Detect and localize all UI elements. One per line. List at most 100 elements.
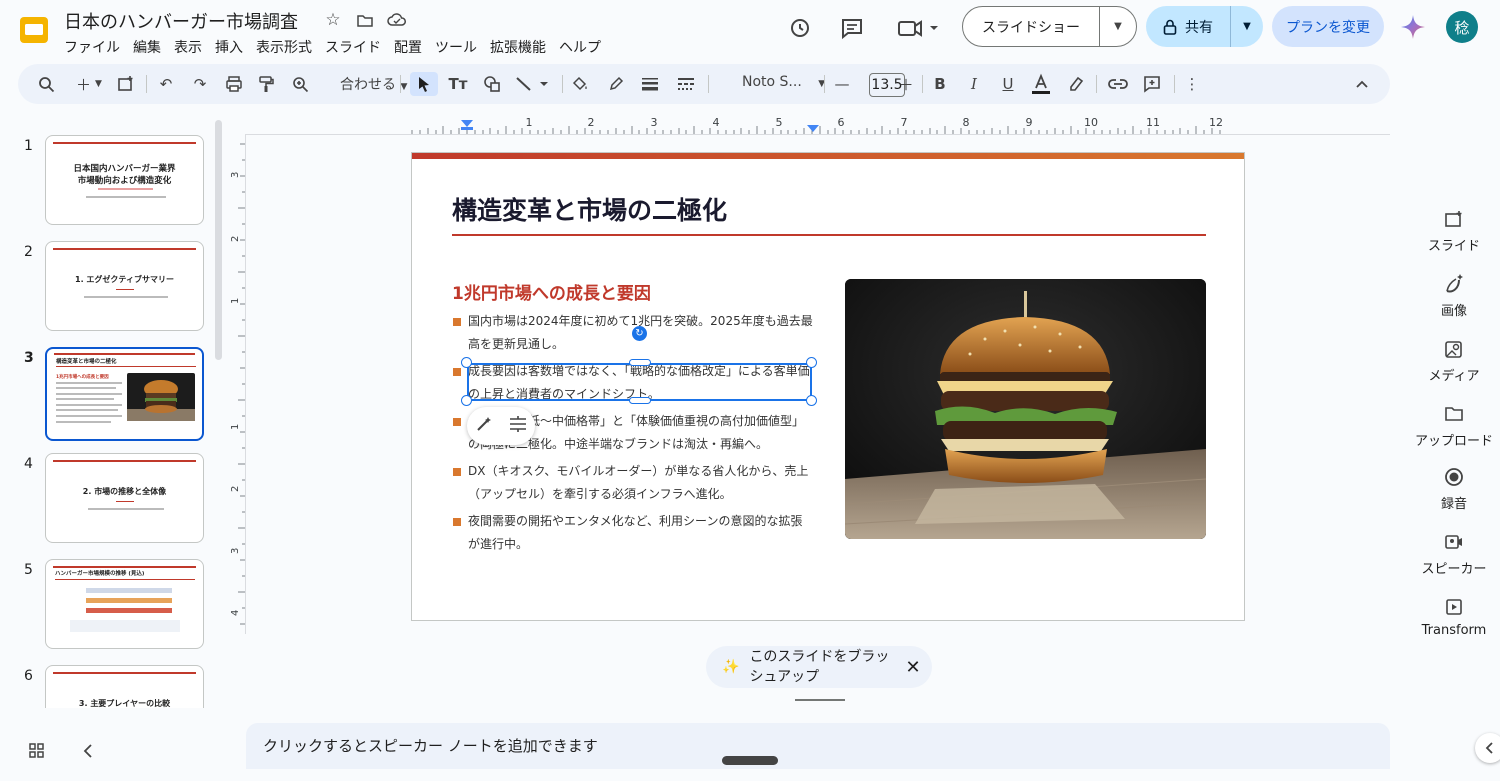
resize-handle[interactable] (461, 357, 472, 368)
increase-font-size-icon[interactable]: ＋ (894, 72, 918, 96)
document-title[interactable]: 日本のハンバーガー市場調査 (64, 8, 298, 34)
panel-divider[interactable] (795, 699, 845, 701)
collapse-filmstrip-icon[interactable] (82, 742, 96, 760)
resize-handle[interactable] (806, 357, 817, 368)
grid-view-icon[interactable] (28, 742, 46, 760)
resize-handle[interactable] (629, 397, 651, 404)
ruler-label: 2 (230, 486, 241, 492)
share-button[interactable]: 共有 ▼ (1146, 6, 1263, 47)
menu-arrange[interactable]: 配置 (394, 35, 431, 59)
slide-number: 1 (24, 138, 33, 154)
slide-thumbnail-1[interactable]: 日本国内ハンバーガー業界 市場動向および構造変化 (45, 135, 204, 225)
shape-icon[interactable] (480, 72, 504, 96)
filmstrip-scrollbar[interactable] (215, 120, 222, 360)
slide-title[interactable]: 構造変革と市場の二極化 (452, 191, 727, 227)
menu-insert[interactable]: 挿入 (215, 35, 252, 59)
side-panel-media[interactable]: メディア (1410, 338, 1498, 384)
side-panel-speaker[interactable]: スピーカー (1410, 531, 1498, 577)
cloud-status-icon[interactable] (386, 9, 408, 31)
slide-thumbnail-6[interactable]: 3. 主要プレイヤーの比較 (45, 665, 204, 708)
zoom-icon[interactable] (288, 72, 312, 96)
slide-thumbnail-4[interactable]: 2. 市場の推移と全体像 (45, 453, 204, 543)
italic-icon[interactable]: I (962, 72, 986, 96)
text-box-icon[interactable]: Tт (446, 72, 470, 96)
transform-icon (1443, 596, 1465, 618)
horizontal-ruler[interactable]: 1 2 3 4 5 6 7 8 9 10 11 12 (410, 114, 1390, 134)
side-panel-transform[interactable]: Transform (1410, 596, 1498, 638)
border-weight-icon[interactable] (638, 72, 662, 96)
change-plan-button[interactable]: プランを変更 (1272, 6, 1384, 47)
menu-file[interactable]: ファイル (64, 35, 129, 59)
share-dropdown-icon[interactable]: ▼ (1231, 21, 1263, 32)
border-color-icon[interactable] (604, 72, 628, 96)
zoom-select[interactable]: 合わせる ▼ (340, 74, 407, 94)
speaker-notes-placeholder[interactable]: クリックするとスピーカー ノートを追加できます (263, 735, 598, 756)
meet-camera-icon[interactable] (896, 14, 942, 42)
speaker-notes[interactable]: クリックするとスピーカー ノートを追加できます (246, 723, 1390, 769)
menu-format[interactable]: 表示形式 (256, 35, 321, 59)
more-options-icon[interactable]: ⋮ (1182, 72, 1202, 96)
search-menus-icon[interactable] (34, 72, 58, 96)
brush-up-label[interactable]: このスライドをブラッシュアップ (749, 647, 899, 687)
undo-icon[interactable]: ↶ (154, 72, 178, 96)
add-comment-icon[interactable] (1140, 72, 1164, 96)
new-slide-icon[interactable]: ＋ ▼ (70, 72, 108, 96)
slide-thumbnail-2[interactable]: 1. エグゼクティブサマリー (45, 241, 204, 331)
side-panel-image[interactable]: 画像 (1410, 273, 1498, 319)
menu-view[interactable]: 表示 (174, 35, 211, 59)
new-slide-layout-icon[interactable] (114, 72, 138, 96)
bullet-item[interactable]: DX（キオスク、モバイルオーダー）が単なる省人化から、売上（アップセル）を牽引す… (452, 460, 814, 506)
fill-color-icon[interactable] (568, 72, 592, 96)
resize-handle[interactable] (629, 359, 651, 366)
decrease-font-size-icon[interactable]: — (830, 72, 854, 96)
account-avatar[interactable]: 稔 (1446, 11, 1478, 43)
paint-format-icon[interactable] (254, 72, 278, 96)
burger-photo[interactable] (845, 279, 1206, 539)
slide-canvas[interactable]: 構造変革と市場の二極化 1兆円市場への成長と要因 国内市場は2024年度に初めて… (411, 152, 1245, 621)
comments-icon[interactable] (838, 14, 866, 42)
side-panel-record[interactable]: 録音 (1410, 466, 1498, 512)
slideshow-label[interactable]: スライドショー (963, 7, 1100, 46)
slide-thumbnail-5[interactable]: ハンバーガー市場規模の推移 (見込) (45, 559, 204, 649)
star-icon[interactable]: ☆ (322, 9, 344, 31)
magic-edit-icon[interactable] (475, 415, 493, 437)
border-dash-icon[interactable] (674, 72, 698, 96)
resize-handle[interactable] (806, 395, 817, 406)
slideshow-dropdown-icon[interactable]: ▼ (1100, 21, 1136, 32)
vertical-ruler[interactable]: 3 2 1 1 2 3 4 (226, 134, 246, 634)
line-tool-icon[interactable] (512, 72, 556, 96)
text-color-icon[interactable] (1028, 72, 1054, 96)
side-panel-slide[interactable]: スライド (1410, 208, 1498, 254)
slides-logo-icon[interactable] (18, 14, 50, 46)
redo-icon[interactable]: ↷ (188, 72, 212, 96)
menu-extensions[interactable]: 拡張機能 (490, 35, 555, 59)
collapse-toolbar-icon[interactable] (1350, 72, 1374, 96)
insert-link-icon[interactable] (1106, 72, 1130, 96)
highlight-color-icon[interactable] (1064, 72, 1088, 96)
notes-resize-handle[interactable] (722, 756, 778, 765)
bullet-item[interactable]: 夜間需要の開拓やエンタメ化など、利用シーンの意図的な拡張が進行中。 (452, 510, 814, 556)
slideshow-button[interactable]: スライドショー ▼ (962, 6, 1137, 47)
ruler-label: 12 (1209, 116, 1223, 129)
font-family-select[interactable]: Noto S... ▼ (742, 74, 825, 90)
slide-thumbnail-3[interactable]: 構造変革と市場の二極化 1兆円市場への成長と要因 (45, 347, 204, 441)
gemini-icon[interactable] (1400, 14, 1426, 40)
select-cursor-icon[interactable] (410, 72, 438, 96)
menu-slide[interactable]: スライド (325, 35, 390, 59)
menu-help[interactable]: ヘルプ (559, 35, 610, 59)
underline-icon[interactable]: U (996, 72, 1020, 96)
bold-icon[interactable]: B (928, 72, 952, 96)
close-icon[interactable]: ✕ (905, 657, 920, 678)
print-icon[interactable] (222, 72, 246, 96)
move-to-folder-icon[interactable] (354, 9, 376, 31)
brush-up-suggestion[interactable]: ✨ このスライドをブラッシュアップ ✕ (706, 646, 932, 688)
menu-edit[interactable]: 編集 (133, 35, 170, 59)
version-history-icon[interactable] (786, 14, 814, 42)
slide-subtitle[interactable]: 1兆円市場への成長と要因 (452, 279, 651, 304)
resize-handle[interactable] (461, 395, 472, 406)
menu-tools[interactable]: ツール (435, 35, 486, 59)
expand-side-panel-button[interactable] (1475, 733, 1500, 763)
rotate-handle-icon[interactable]: ↻ (632, 326, 647, 341)
side-panel-upload[interactable]: アップロード (1410, 403, 1498, 449)
vertical-align-icon[interactable] (508, 415, 528, 437)
